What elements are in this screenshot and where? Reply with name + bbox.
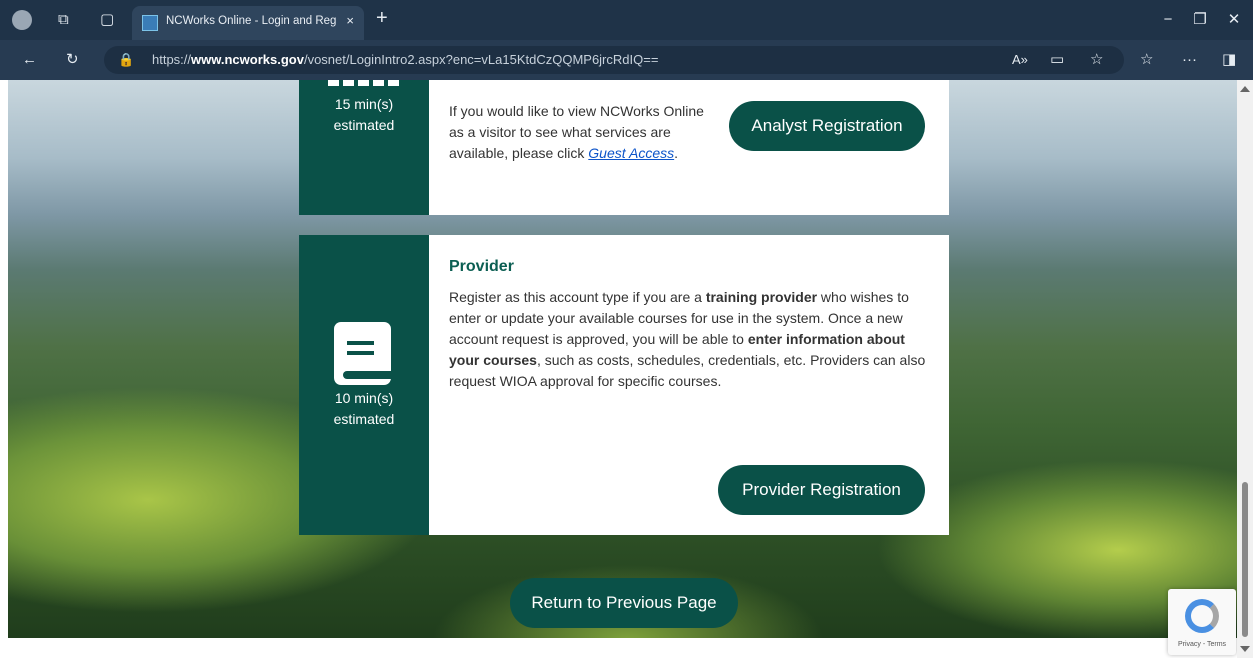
recaptcha-badge[interactable]: Privacy - Terms <box>1168 589 1236 655</box>
vertical-scrollbar[interactable] <box>1237 80 1253 658</box>
analyst-icon <box>328 80 400 86</box>
provider-heading: Provider <box>449 258 514 275</box>
tab-close-icon[interactable]: × <box>346 13 354 28</box>
more-icon[interactable]: ··· <box>1182 50 1197 70</box>
analyst-estimated: estimated <box>333 117 395 133</box>
url-domain: www.ncworks.gov <box>191 52 304 67</box>
book-icon <box>334 322 391 385</box>
favorites-icon[interactable]: ☆ <box>1140 50 1153 70</box>
page-footer-strip <box>0 638 1237 658</box>
analyst-description: If you would like to view NCWorks Online… <box>449 103 704 161</box>
return-to-previous-page-button[interactable]: Return to Previous Page <box>510 578 738 628</box>
new-tab-icon[interactable]: + <box>376 8 388 28</box>
reading-view-icon[interactable]: ▭ <box>1050 50 1064 70</box>
back-icon[interactable]: ← <box>22 50 37 70</box>
read-aloud-icon[interactable]: A» <box>1012 50 1028 70</box>
analyst-card: 15 min(s) estimated If you would like to… <box>299 80 949 215</box>
favorite-star-icon[interactable]: ☆ <box>1090 50 1103 70</box>
provider-estimated: estimated <box>333 411 395 427</box>
provider-card-sidebar: 10 min(s) estimated <box>299 235 429 535</box>
analyst-time: 15 min(s) <box>334 96 394 112</box>
provider-description: Register as this account type if you are… <box>449 289 926 389</box>
guest-access-link[interactable]: Guest Access <box>588 145 674 161</box>
scrollbar-thumb[interactable] <box>1242 482 1248 637</box>
provider-registration-button[interactable]: Provider Registration <box>718 465 925 515</box>
tab-actions-icon[interactable]: ▢ <box>100 10 114 30</box>
scroll-down-icon[interactable] <box>1240 646 1250 652</box>
restore-icon[interactable]: ❐ <box>1190 10 1210 30</box>
analyst-card-sidebar: 15 min(s) estimated <box>299 80 429 215</box>
provider-time: 10 min(s) <box>334 390 394 406</box>
sidebar-icon[interactable]: ◨ <box>1222 50 1236 70</box>
lock-icon: 🔒 <box>118 52 135 67</box>
analyst-registration-button[interactable]: Analyst Registration <box>729 101 925 151</box>
ncworks-favicon-icon <box>142 15 158 31</box>
url-text[interactable]: https://www.ncworks.gov/vosnet/LoginIntr… <box>152 52 658 67</box>
tab-title: NCWorks Online - Login and Regi <box>166 15 336 27</box>
recaptcha-links[interactable]: Privacy - Terms <box>1168 641 1236 648</box>
browser-tab[interactable]: NCWorks Online - Login and Regi × <box>132 6 364 40</box>
recaptcha-icon <box>1185 599 1219 633</box>
workspaces-icon[interactable]: ⧉ <box>58 10 69 30</box>
profile-icon[interactable] <box>12 10 32 30</box>
close-window-icon[interactable]: ✕ <box>1224 10 1244 30</box>
scroll-up-icon[interactable] <box>1240 86 1250 92</box>
browser-titlebar: ⧉ ▢ NCWorks Online - Login and Regi × + … <box>0 0 1253 40</box>
refresh-icon[interactable]: ↻ <box>66 50 79 70</box>
page-viewport: 15 min(s) estimated If you would like to… <box>0 80 1253 658</box>
minimize-icon[interactable]: − <box>1158 10 1178 30</box>
provider-card: 10 min(s) estimated Provider Register as… <box>299 235 949 535</box>
